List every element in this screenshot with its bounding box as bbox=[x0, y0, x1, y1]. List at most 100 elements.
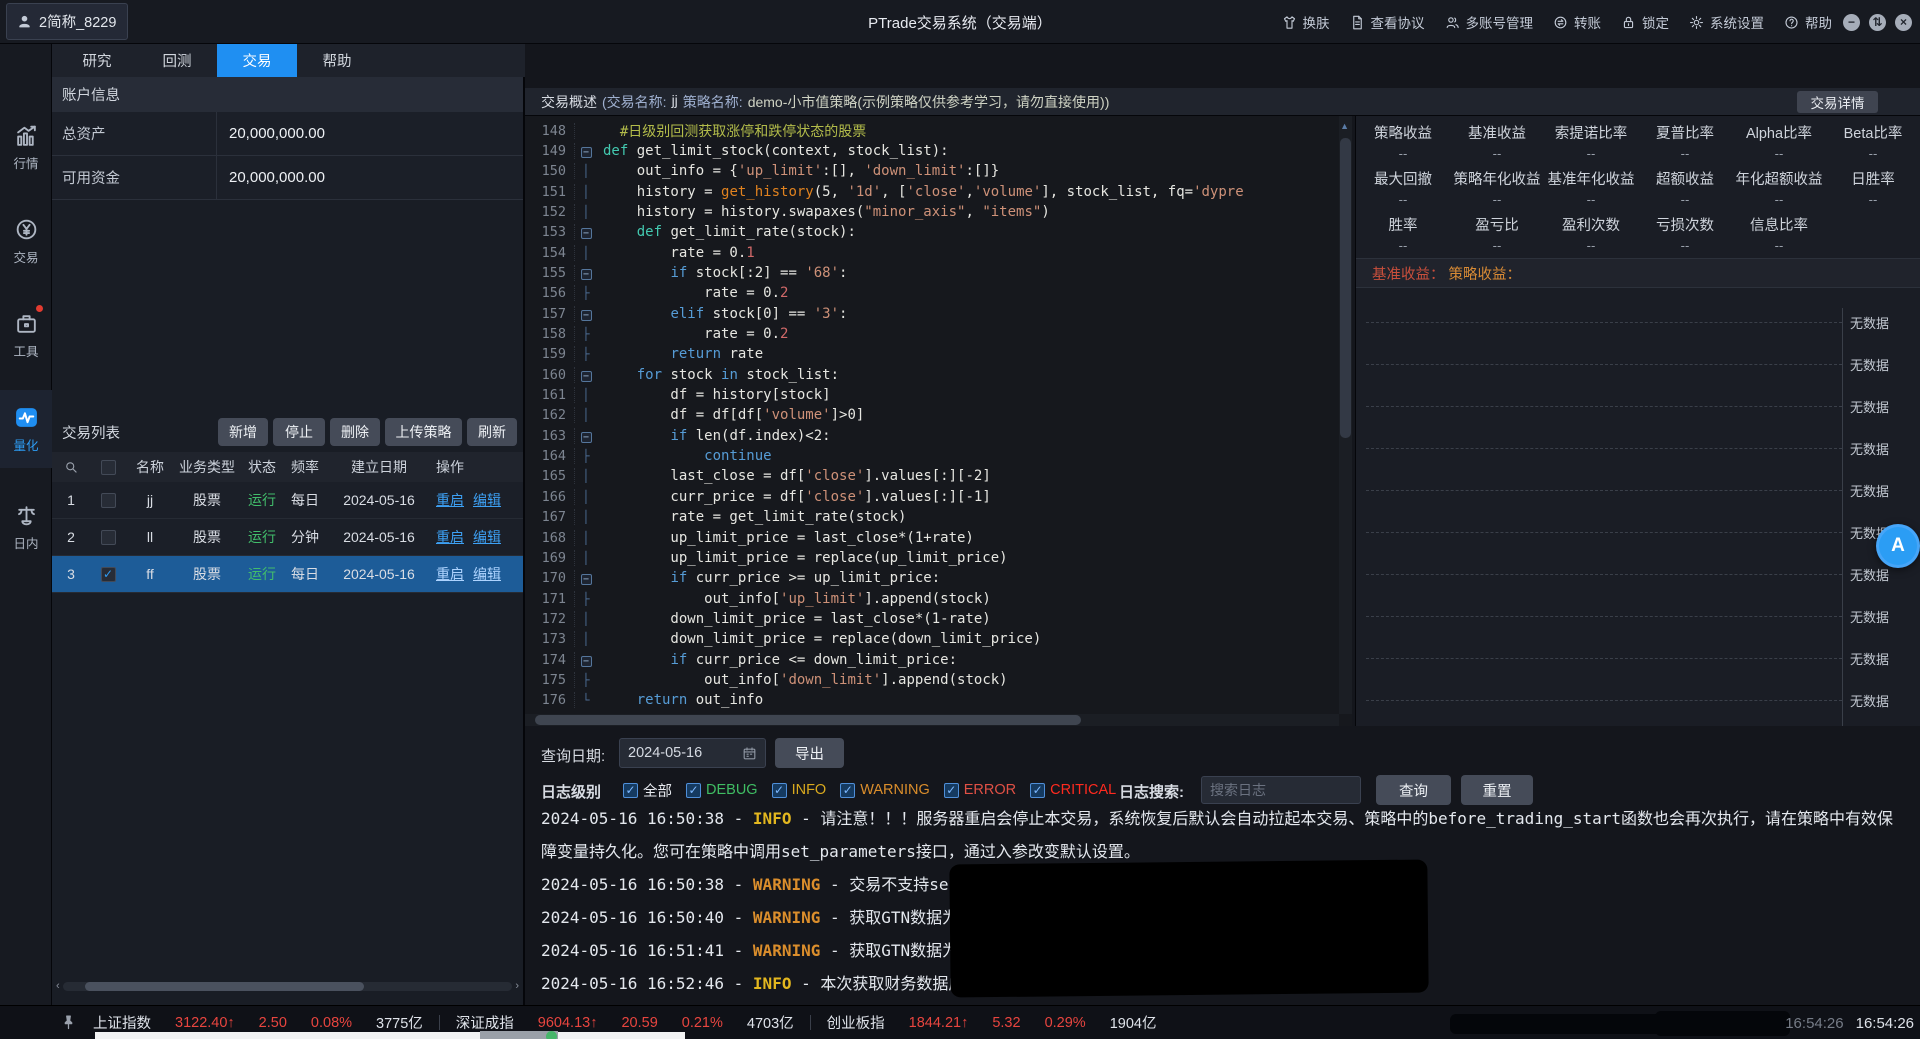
tab-交易[interactable]: 交易 bbox=[217, 44, 297, 77]
action-link-编辑[interactable]: 编辑 bbox=[473, 527, 501, 547]
titlebar-menu-item[interactable]: 锁定 bbox=[1621, 12, 1669, 32]
fold-icon[interactable]: − bbox=[581, 432, 592, 443]
code-line[interactable]: 174− if curr_price <= down_limit_price: bbox=[525, 649, 1335, 670]
sidebar-item-工具[interactable]: 工具 bbox=[0, 296, 52, 374]
code-line[interactable]: 152│ history = history.swapaxes("minor_a… bbox=[525, 201, 1335, 222]
fold-gutter[interactable]: ├ bbox=[575, 286, 597, 300]
fold-icon[interactable]: − bbox=[581, 147, 592, 158]
code-line[interactable]: 162│ df = df[df['volume']>0] bbox=[525, 405, 1335, 426]
titlebar-menu-item[interactable]: 系统设置 bbox=[1689, 12, 1764, 32]
table-row[interactable]: 3✓ff股票运行每日2024-05-16重启编辑 bbox=[52, 556, 523, 593]
titlebar-menu-item[interactable]: 查看协议 bbox=[1350, 12, 1425, 32]
code-line[interactable]: 164├ continue bbox=[525, 446, 1335, 467]
code-line[interactable]: 175├ out_info['down_limit'].append(stock… bbox=[525, 669, 1335, 690]
sidebar-item-日内[interactable]: 日内 bbox=[0, 488, 52, 566]
tab-帮助[interactable]: 帮助 bbox=[297, 44, 377, 77]
code-line[interactable]: 160− for stock in stock_list: bbox=[525, 364, 1335, 385]
search-icon[interactable] bbox=[52, 460, 90, 475]
fold-gutter[interactable]: │ bbox=[575, 612, 597, 626]
code-line[interactable]: 148 #日级别回测获取涨停和跌停状态的股票 bbox=[525, 120, 1335, 141]
editor-vscrollbar[interactable]: ▲ bbox=[1339, 116, 1352, 714]
fold-gutter[interactable]: ├ bbox=[575, 347, 597, 361]
log-level-filter-INFO[interactable]: ✓INFO bbox=[772, 782, 827, 798]
code-line[interactable]: 159├ return rate bbox=[525, 344, 1335, 365]
account-selector[interactable]: 2简称_8229 bbox=[6, 3, 128, 40]
editor-hscrollbar[interactable] bbox=[525, 714, 1339, 726]
close-button[interactable]: × bbox=[1895, 14, 1912, 31]
table-row[interactable]: 1jj股票运行每日2024-05-16重启编辑 bbox=[52, 482, 523, 519]
fold-gutter[interactable]: ├ bbox=[575, 449, 597, 463]
code-line[interactable]: 163− if len(df.index)<2: bbox=[525, 425, 1335, 446]
log-level-filter-ERROR[interactable]: ✓ERROR bbox=[944, 782, 1016, 798]
scroll-right-arrow-icon[interactable]: › bbox=[515, 980, 519, 992]
trade-list-hscrollbar[interactable]: ‹ › bbox=[56, 980, 519, 992]
assistant-floating-button[interactable]: A bbox=[1876, 524, 1920, 568]
action-link-重启[interactable]: 重启 bbox=[436, 490, 464, 510]
log-level-filter-全部[interactable]: ✓全部 bbox=[623, 780, 672, 801]
row-checkbox[interactable] bbox=[90, 530, 126, 545]
fold-gutter[interactable]: │ bbox=[575, 388, 597, 402]
sidebar-item-交易[interactable]: 交易 bbox=[0, 202, 52, 280]
trade-list-button-上传策略[interactable]: 上传策略 bbox=[385, 418, 462, 446]
fold-gutter[interactable]: − bbox=[575, 429, 597, 443]
code-editor[interactable]: 148 #日级别回测获取涨停和跌停状态的股票149−def get_limit_… bbox=[525, 116, 1352, 726]
code-line[interactable]: 156├ rate = 0.2 bbox=[525, 283, 1335, 304]
log-level-filter-CRITICAL[interactable]: ✓CRITICAL bbox=[1030, 782, 1116, 798]
trade-list-button-停止[interactable]: 停止 bbox=[273, 418, 325, 446]
checkbox-icon[interactable]: ✓ bbox=[1030, 783, 1045, 798]
select-all-checkbox[interactable] bbox=[90, 460, 126, 475]
hscroll-track[interactable] bbox=[63, 982, 513, 991]
titlebar-menu-item[interactable]: 帮助 bbox=[1784, 12, 1832, 32]
code-line[interactable]: 176└ return out_info bbox=[525, 690, 1335, 711]
action-link-编辑[interactable]: 编辑 bbox=[473, 564, 501, 584]
fold-gutter[interactable]: │ bbox=[575, 408, 597, 422]
code-line[interactable]: 172│ down_limit_price = last_close*(1-ra… bbox=[525, 608, 1335, 629]
fold-icon[interactable]: − bbox=[581, 228, 592, 239]
code-line[interactable]: 173│ down_limit_price = replace(down_lim… bbox=[525, 629, 1335, 650]
checkbox-icon[interactable]: ✓ bbox=[772, 783, 787, 798]
trade-list-button-删除[interactable]: 删除 bbox=[330, 418, 380, 446]
fold-gutter[interactable]: − bbox=[575, 266, 597, 280]
fold-icon[interactable]: − bbox=[581, 574, 592, 585]
fold-gutter[interactable]: │ bbox=[575, 510, 597, 524]
fold-gutter[interactable]: │ bbox=[575, 164, 597, 178]
fold-gutter[interactable]: ├ bbox=[575, 592, 597, 606]
code-line[interactable]: 158├ rate = 0.2 bbox=[525, 324, 1335, 345]
log-level-filter-DEBUG[interactable]: ✓DEBUG bbox=[686, 782, 758, 798]
code-line[interactable]: 154│ rate = 0.1 bbox=[525, 242, 1335, 263]
fold-gutter[interactable]: │ bbox=[575, 185, 597, 199]
titlebar-menu-item[interactable]: 换肤 bbox=[1282, 12, 1330, 32]
table-row[interactable]: 2ll股票运行分钟2024-05-16重启编辑 bbox=[52, 519, 523, 556]
restore-button[interactable]: ⇅ bbox=[1869, 14, 1886, 31]
fold-gutter[interactable]: │ bbox=[575, 490, 597, 504]
fold-gutter[interactable]: │ bbox=[575, 531, 597, 545]
fold-gutter[interactable]: │ bbox=[575, 469, 597, 483]
code-line[interactable]: 171├ out_info['up_limit'].append(stock) bbox=[525, 588, 1335, 609]
tab-研究[interactable]: 研究 bbox=[57, 44, 137, 77]
log-reset-button[interactable]: 重置 bbox=[1461, 775, 1533, 805]
sidebar-item-行情[interactable]: 行情 bbox=[0, 108, 52, 186]
fold-gutter[interactable]: − bbox=[575, 225, 597, 239]
minimize-button[interactable]: − bbox=[1843, 14, 1860, 31]
code-line[interactable]: 150│ out_info = {'up_limit':[], 'down_li… bbox=[525, 161, 1335, 182]
fold-gutter[interactable]: └ bbox=[575, 693, 597, 707]
fold-gutter[interactable]: │ bbox=[575, 205, 597, 219]
code-line[interactable]: 165│ last_close = df['close'].values[:][… bbox=[525, 466, 1335, 487]
code-line[interactable]: 170− if curr_price >= up_limit_price: bbox=[525, 568, 1335, 589]
fold-gutter[interactable]: − bbox=[575, 144, 597, 158]
sidebar-item-量化[interactable]: 量化 bbox=[0, 390, 52, 468]
editor-vscroll-thumb[interactable] bbox=[1340, 138, 1351, 438]
row-checkbox[interactable] bbox=[90, 493, 126, 508]
code-line[interactable]: 167│ rate = get_limit_rate(stock) bbox=[525, 507, 1335, 528]
titlebar-menu-item[interactable]: 多账号管理 bbox=[1445, 12, 1534, 32]
fold-icon[interactable]: − bbox=[581, 371, 592, 382]
fold-gutter[interactable]: − bbox=[575, 571, 597, 585]
fold-gutter[interactable]: − bbox=[575, 368, 597, 382]
fold-gutter[interactable]: │ bbox=[575, 632, 597, 646]
export-button[interactable]: 导出 bbox=[775, 738, 844, 768]
code-line[interactable]: 168│ up_limit_price = last_close*(1+rate… bbox=[525, 527, 1335, 548]
code-line[interactable]: 169│ up_limit_price = replace(up_limit_p… bbox=[525, 547, 1335, 568]
fold-icon[interactable]: − bbox=[581, 310, 592, 321]
code-line[interactable]: 155− if stock[:2] == '68': bbox=[525, 262, 1335, 283]
action-link-重启[interactable]: 重启 bbox=[436, 527, 464, 547]
